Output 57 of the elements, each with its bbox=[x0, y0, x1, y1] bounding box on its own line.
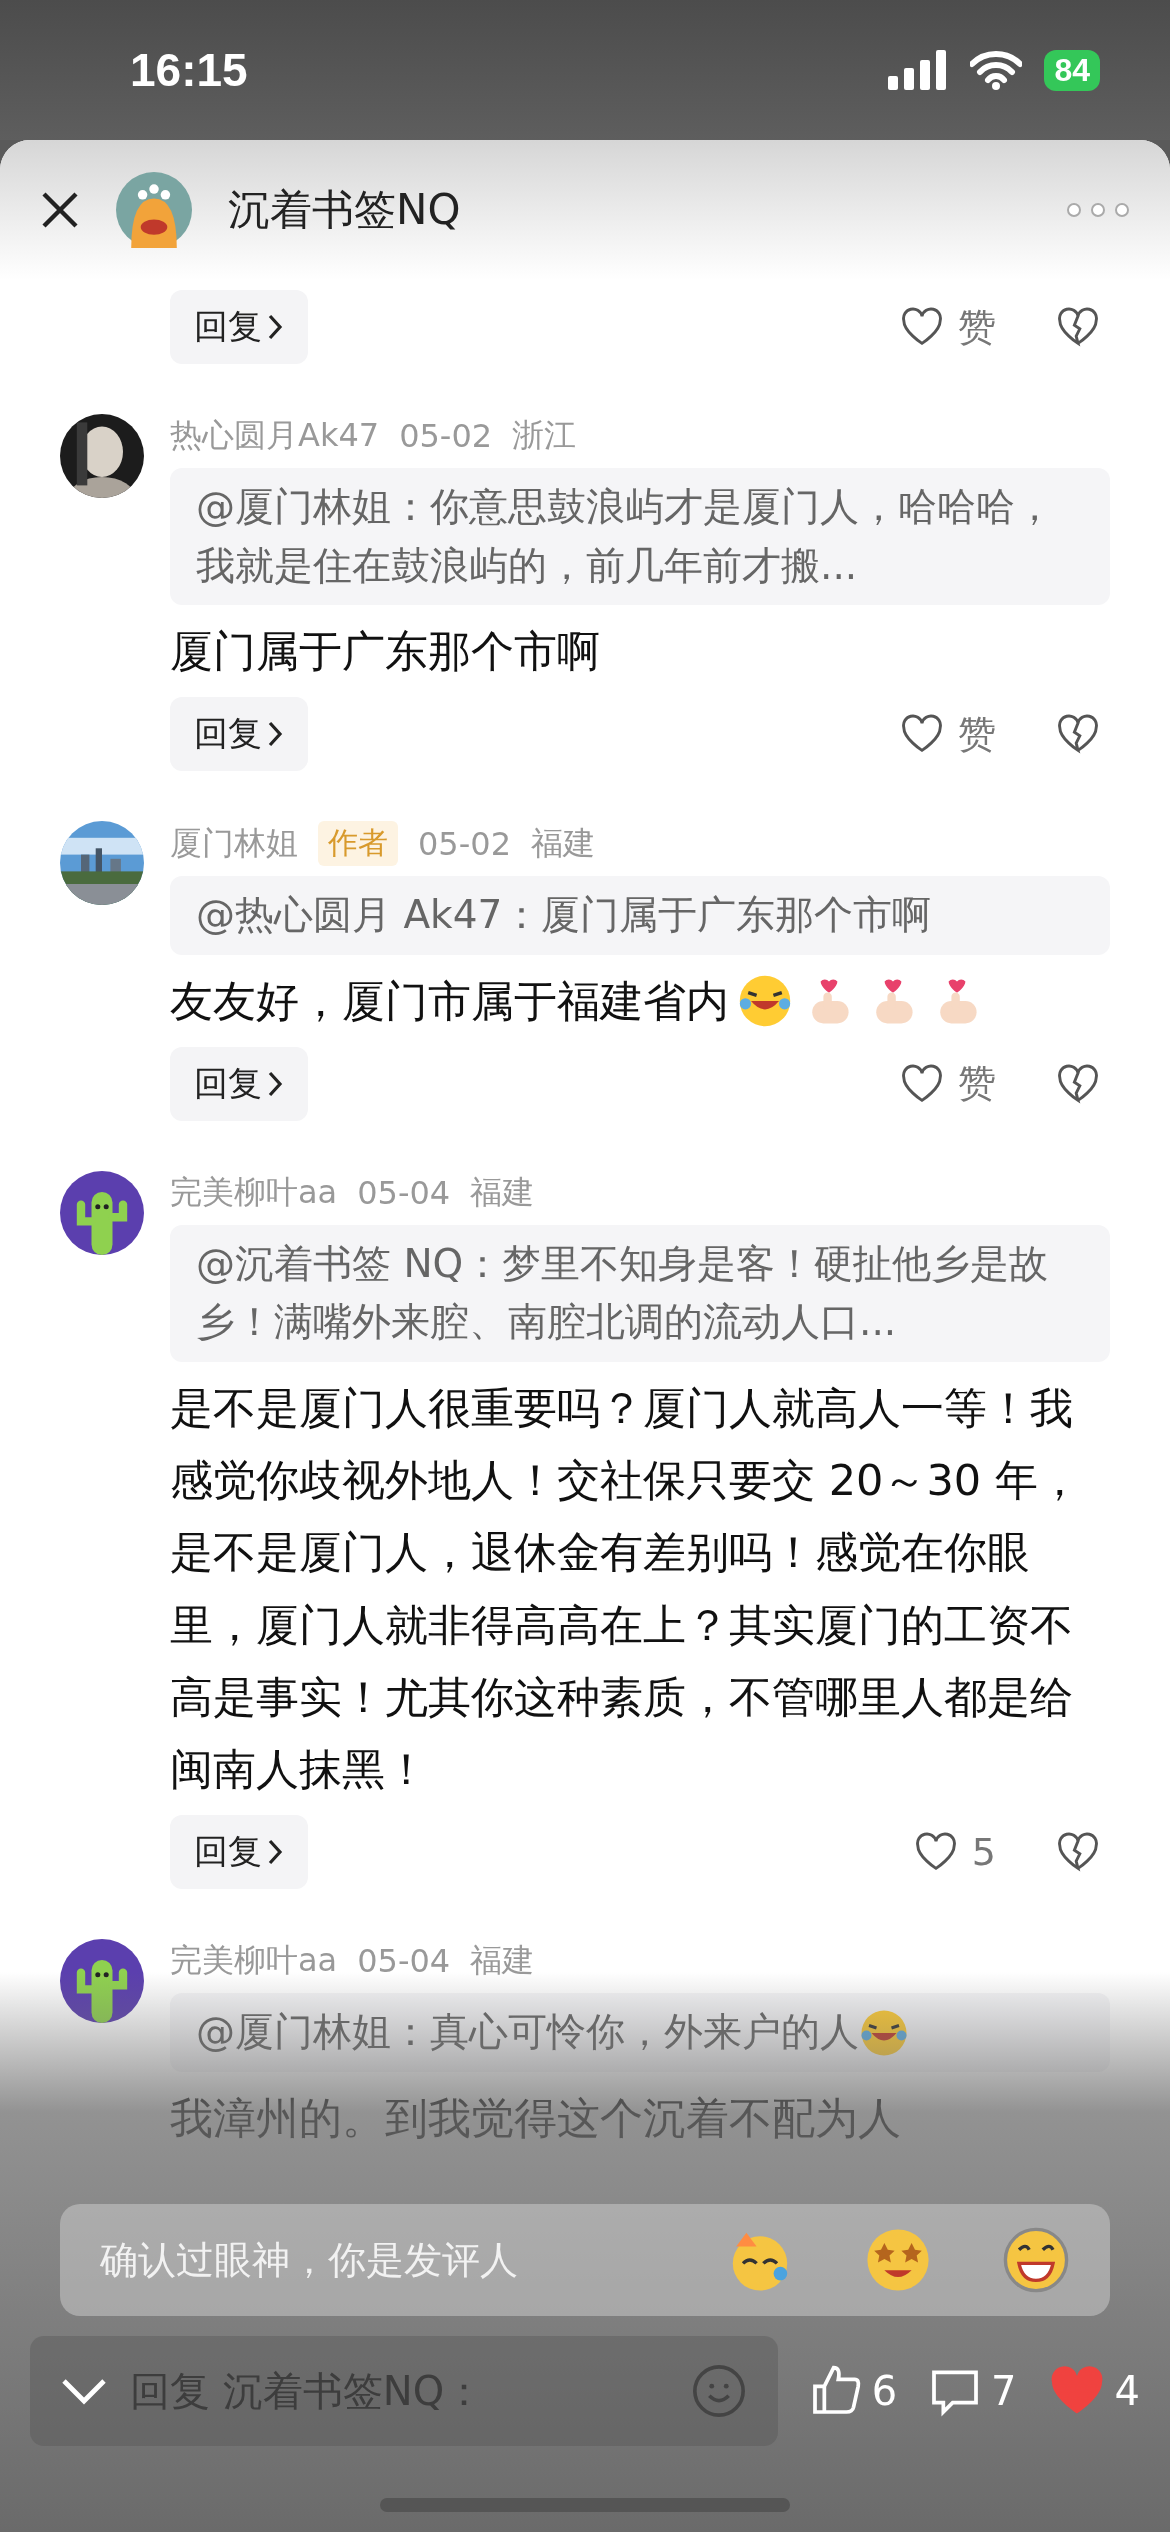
header-title: 沉着书签NQ bbox=[228, 184, 462, 236]
heart-icon bbox=[900, 1063, 944, 1104]
quick-comment-text: 确认过眼神，你是发评人 bbox=[100, 2236, 518, 2284]
quoted-comment: @厦门林姐：你意思鼓浪屿才是厦门人，哈哈哈，我就是住在鼓浪屿的，前几年前才搬... bbox=[196, 483, 1055, 590]
signal-icon bbox=[888, 50, 949, 90]
chevron-right-icon bbox=[268, 314, 284, 340]
comment-button[interactable]: 7 bbox=[927, 2363, 1017, 2419]
status-time: 16:15 bbox=[130, 43, 248, 97]
star-eyes-emoji-icon[interactable] bbox=[864, 2226, 932, 2294]
quoted-comment: @厦门林姐：真心可怜你，外来户的人 bbox=[196, 2008, 859, 2057]
battery-level: 84 bbox=[1044, 49, 1100, 91]
author-tag: 作者 bbox=[318, 821, 398, 867]
comment-date: 05-04 bbox=[357, 1942, 451, 1981]
close-icon[interactable] bbox=[40, 190, 80, 230]
comment-region: 浙江 bbox=[512, 415, 577, 456]
chevron-right-icon bbox=[268, 1070, 284, 1097]
comment-text: 我漳州的。到我觉得这个沉着不配为人 bbox=[170, 2091, 901, 2145]
broken-heart-icon[interactable] bbox=[1056, 714, 1100, 755]
broken-heart-icon[interactable] bbox=[1056, 1832, 1100, 1873]
comment-date: 05-04 bbox=[357, 1173, 451, 1212]
comment-text: 是不是厦门人很重要吗？厦门人就高人一等！我感觉你歧视外地人！交社保只要交 20～30 年，是不是厦门人，退休金有差别吗！感觉在你眼里，厦门人就非得高高在上？其实厦门的工资不高是事实！尤其你这种素质，不管哪里人都是给闽南人抹黑！ bbox=[170, 1381, 1082, 1797]
comment-region: 福建 bbox=[531, 822, 595, 864]
comment-text: 厦门属于广东那个市啊 bbox=[170, 625, 600, 678]
heart-icon bbox=[913, 1832, 958, 1873]
like-button[interactable]: 赞 bbox=[900, 301, 996, 353]
heart-button[interactable]: 4 bbox=[1046, 2363, 1140, 2419]
reply-button[interactable]: 回复 bbox=[170, 1046, 308, 1121]
monster-avatar-icon bbox=[116, 172, 192, 248]
heart-icon bbox=[900, 307, 944, 347]
like-button[interactable]: 赞 bbox=[900, 1058, 996, 1110]
collapse-icon[interactable] bbox=[60, 2377, 108, 2405]
chevron-right-icon bbox=[268, 721, 284, 748]
comment-date: 05-02 bbox=[399, 417, 493, 455]
cactus-avatar-icon bbox=[60, 1939, 144, 2024]
comment-author[interactable]: 完美柳叶aa bbox=[170, 1939, 338, 1984]
comment-author[interactable]: 完美柳叶aa bbox=[170, 1170, 338, 1215]
wifi-icon bbox=[970, 50, 1023, 90]
broken-heart-icon[interactable] bbox=[1056, 1063, 1100, 1104]
heart-icon bbox=[900, 714, 944, 755]
grinning-emoji-icon[interactable] bbox=[1002, 2226, 1070, 2294]
chevron-right-icon bbox=[268, 1839, 284, 1866]
broken-heart-icon[interactable] bbox=[1056, 307, 1100, 347]
reply-button[interactable]: 回复 bbox=[170, 697, 308, 772]
comment-author[interactable]: 热心圆月Ak47 bbox=[170, 414, 380, 458]
quoted-comment: @热心圆月 Ak47：厦门属于广东那个市啊 bbox=[196, 891, 932, 940]
quoted-comment: @沉着书签 NQ：梦里不知身是客！硬扯他乡是故乡！满嘴外来腔、南腔北调的流动人口... bbox=[196, 1239, 1050, 1347]
comment-text: 友友好，厦门市属于福建省内 bbox=[170, 974, 729, 1028]
cactus-avatar-icon bbox=[60, 1170, 144, 1255]
reply-button[interactable]: 回复 bbox=[170, 290, 308, 364]
comment-region: 福建 bbox=[470, 1940, 535, 1982]
comment-date: 05-02 bbox=[418, 824, 511, 863]
like-button[interactable]: 6 bbox=[807, 2363, 898, 2419]
comment-region: 福建 bbox=[470, 1171, 535, 1213]
like-button[interactable]: 赞 bbox=[900, 708, 996, 760]
comment-author[interactable]: 厦门林姐 bbox=[170, 821, 298, 866]
like-button[interactable]: 5 bbox=[913, 1830, 996, 1875]
reply-button[interactable]: 回复 bbox=[170, 1815, 308, 1890]
